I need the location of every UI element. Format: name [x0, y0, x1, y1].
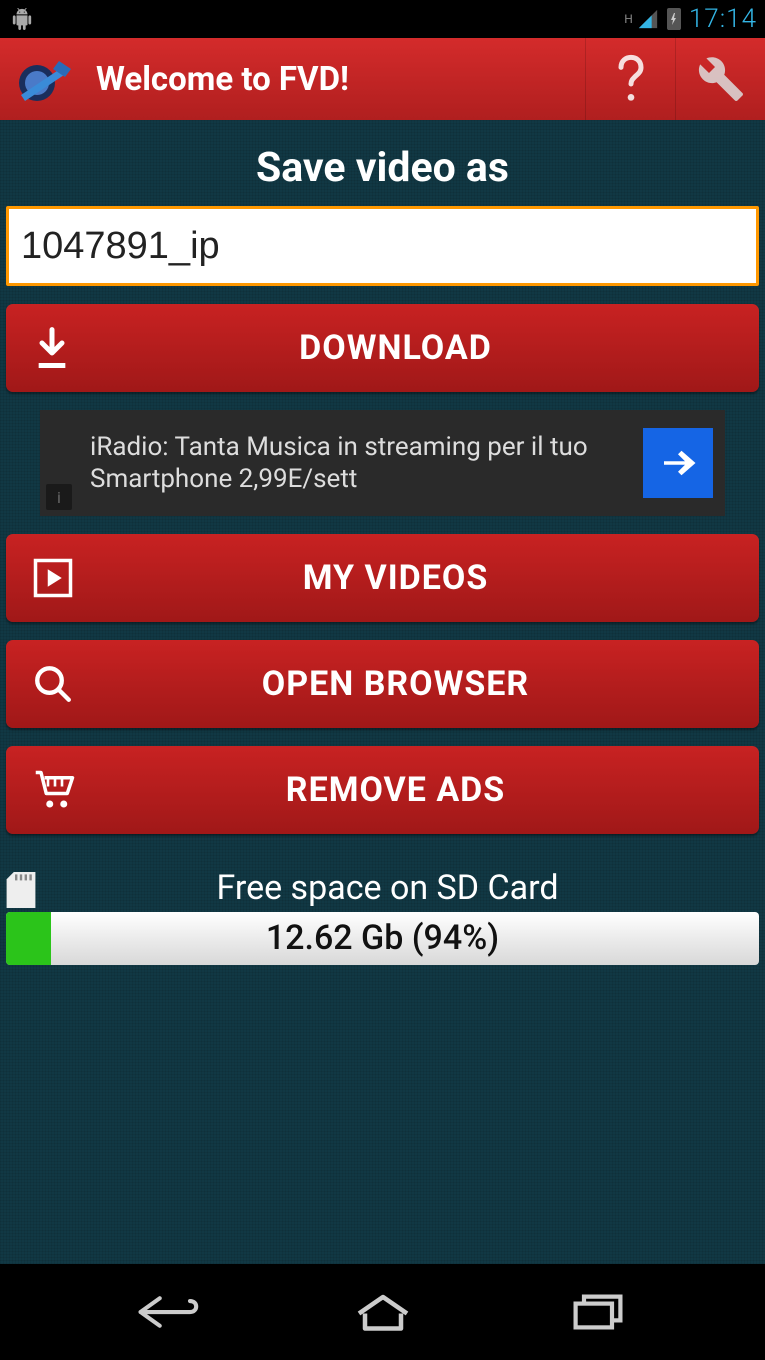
status-bar: H 17:14 [0, 0, 765, 38]
navigation-bar [0, 1264, 765, 1360]
app-title: Welcome to FVD! [96, 60, 585, 99]
signal-icon [637, 8, 659, 30]
storage-value: 12.62 Gb (94%) [6, 912, 759, 965]
sd-card-icon [6, 872, 36, 908]
ad-text: iRadio: Tanta Musica in streaming per il… [90, 431, 643, 496]
storage-bar: 12.62 Gb (94%) [6, 912, 759, 965]
download-button[interactable]: DOWNLOAD [6, 304, 759, 392]
search-icon [32, 663, 74, 705]
question-icon [611, 54, 651, 104]
home-icon [353, 1292, 413, 1332]
clock: 17:14 [689, 4, 757, 34]
android-icon [8, 8, 36, 30]
recent-apps-icon [570, 1292, 626, 1332]
arrow-right-icon [657, 442, 699, 484]
nav-back-button[interactable] [108, 1282, 228, 1342]
network-h-indicator: H [624, 12, 633, 26]
ad-arrow-button[interactable] [643, 428, 713, 498]
nav-home-button[interactable] [323, 1282, 443, 1342]
cart-icon [32, 769, 78, 811]
app-bar: Welcome to FVD! [0, 38, 765, 120]
wrench-icon [697, 55, 745, 103]
save-as-label: Save video as [0, 144, 765, 192]
filename-input[interactable] [6, 206, 759, 286]
main-content: Save video as DOWNLOAD i iRadio: Tanta M… [0, 120, 765, 1264]
battery-icon [667, 8, 681, 30]
settings-button[interactable] [675, 38, 765, 120]
remove-ads-button[interactable]: REMOVE ADS [6, 746, 759, 834]
open-browser-button[interactable]: OPEN BROWSER [6, 640, 759, 728]
storage-label: Free space on SD Card [46, 868, 759, 908]
back-icon [135, 1292, 201, 1332]
play-icon [32, 557, 74, 599]
nav-recent-button[interactable] [538, 1282, 658, 1342]
open-browser-label: OPEN BROWSER [86, 664, 759, 704]
remove-ads-label: REMOVE ADS [86, 770, 759, 810]
ad-info-icon[interactable]: i [46, 484, 72, 510]
my-videos-label: MY VIDEOS [86, 558, 759, 598]
my-videos-button[interactable]: MY VIDEOS [6, 534, 759, 622]
help-button[interactable] [585, 38, 675, 120]
ad-banner[interactable]: i iRadio: Tanta Musica in streaming per … [40, 410, 725, 516]
download-label: DOWNLOAD [86, 328, 759, 368]
storage-section: Free space on SD Card 12.62 Gb (94%) [0, 868, 765, 965]
download-icon [32, 326, 72, 370]
app-logo-icon [8, 44, 78, 114]
